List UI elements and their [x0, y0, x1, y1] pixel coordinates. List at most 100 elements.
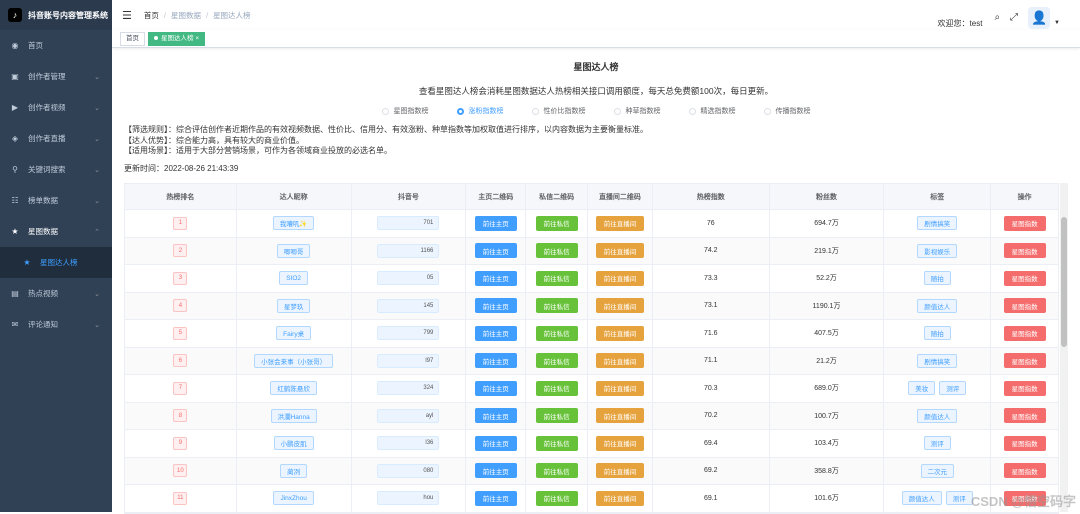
tags-cell: 二次元 — [884, 458, 991, 485]
goto-dm-button[interactable]: 前往私信 — [536, 408, 578, 423]
tag-current[interactable]: 星图达人榜 × — [148, 32, 205, 46]
goto-home-button[interactable]: 前往主页 — [475, 243, 517, 258]
goto-dm-button[interactable]: 前往私信 — [536, 243, 578, 258]
goto-home-button[interactable]: 前往主页 — [475, 491, 517, 506]
column-header: 热榜指数 — [653, 184, 770, 209]
goto-home-button[interactable]: 前往主页 — [475, 463, 517, 478]
radio-dot[interactable] — [382, 108, 389, 115]
table-row: 5Fairy桌799前往主页前往私信前往直播间71.6407.5万随拍星图指数 — [125, 320, 1058, 348]
goto-live-button[interactable]: 前往直播间 — [596, 408, 645, 423]
creator-name[interactable]: SIO2 — [279, 271, 308, 285]
goto-dm-button[interactable]: 前往私信 — [536, 353, 578, 368]
xingtu-index-button[interactable]: 星图指数 — [1004, 243, 1046, 258]
goto-home-button[interactable]: 前往主页 — [475, 381, 517, 396]
xingtu-index-button[interactable]: 星图指数 — [1004, 408, 1046, 423]
creator-name[interactable]: 红鹤陈悬欣 — [270, 381, 317, 395]
goto-dm-button[interactable]: 前往私信 — [536, 463, 578, 478]
goto-dm-button[interactable]: 前往私信 — [536, 381, 578, 396]
radio-dot[interactable] — [689, 108, 696, 115]
breadcrumb-home[interactable]: 首页 — [144, 11, 159, 20]
xingtu-index-button[interactable]: 星图指数 — [1004, 436, 1046, 451]
tags-cell: 颜值达人 — [884, 403, 991, 430]
goto-live-button[interactable]: 前往直播间 — [596, 271, 645, 286]
goto-dm-button[interactable]: 前往私信 — [536, 436, 578, 451]
goto-home-button[interactable]: 前往主页 — [475, 436, 517, 451]
goto-dm-button[interactable]: 前往私信 — [536, 298, 578, 313]
category-tag: 美妆 — [908, 381, 935, 395]
creator-name[interactable]: 唧唧哥 — [277, 244, 311, 258]
goto-live-button[interactable]: 前往直播间 — [596, 326, 645, 341]
radio-dot[interactable] — [614, 108, 621, 115]
goto-dm-button[interactable]: 前往私信 — [536, 326, 578, 341]
sidebar-item[interactable]: ✉评论通知⌄ — [0, 309, 112, 340]
creator-name[interactable]: 小鹏皮肌 — [274, 436, 314, 450]
ranking-radio[interactable]: 涨粉指数榜 — [457, 106, 504, 116]
goto-home-button[interactable]: 前往主页 — [475, 326, 517, 341]
creator-name[interactable]: 星梦玖 — [277, 299, 311, 313]
ranking-radio[interactable]: 种草指数榜 — [614, 106, 661, 116]
xingtu-index-button[interactable]: 星图指数 — [1004, 353, 1046, 368]
sidebar-item[interactable]: ★星图达人榜 — [0, 247, 112, 278]
goto-live-button[interactable]: 前往直播间 — [596, 381, 645, 396]
table-scrollbar[interactable] — [1060, 183, 1068, 512]
creator-name[interactable]: 我嘈叽✨ — [273, 216, 315, 230]
sidebar-item[interactable]: ◉首页 — [0, 30, 112, 61]
xingtu-index-button[interactable]: 星图指数 — [1004, 271, 1046, 286]
app-logo[interactable]: ♪ 抖音账号内容管理系统 — [0, 0, 112, 30]
rule-filter: 【筛选规则】：综合评估创作者近期作品的有效视频数据、性价比、信用分、有效涨粉、种… — [124, 125, 1068, 136]
goto-home-button[interactable]: 前往主页 — [475, 216, 517, 231]
radio-dot[interactable] — [532, 108, 539, 115]
sidebar-item[interactable]: ▤热点视频⌄ — [0, 278, 112, 309]
sidebar-item[interactable]: ◈创作者直播⌄ — [0, 123, 112, 154]
goto-live-button[interactable]: 前往直播间 — [596, 491, 645, 506]
ranking-radio[interactable]: 传播指数榜 — [764, 106, 811, 116]
xingtu-index-button[interactable]: 星图指数 — [1004, 463, 1046, 478]
fullscreen-icon[interactable]: ⤢ — [1010, 12, 1018, 23]
tag-home[interactable]: 首页 — [120, 32, 145, 46]
creator-name[interactable]: 洪瀾Hanna — [271, 409, 317, 423]
xingtu-index-button[interactable]: 星图指数 — [1004, 326, 1046, 341]
creator-name[interactable]: JinxZhou — [273, 491, 313, 505]
goto-live-button[interactable]: 前往直播间 — [596, 216, 645, 231]
goto-live-button[interactable]: 前往直播间 — [596, 463, 645, 478]
ranking-radio[interactable]: 性价比指数榜 — [532, 106, 586, 116]
sidebar-item[interactable]: ▣创作者管理⌄ — [0, 61, 112, 92]
xingtu-index-button[interactable]: 星图指数 — [1004, 298, 1046, 313]
goto-home-button[interactable]: 前往主页 — [475, 298, 517, 313]
sidebar-item[interactable]: ★星图数据⌃ — [0, 216, 112, 247]
goto-live-button[interactable]: 前往直播间 — [596, 436, 645, 451]
search-icon[interactable]: ⌕ — [994, 12, 1000, 23]
close-icon[interactable]: × — [195, 35, 199, 42]
creator-name[interactable]: Fairy桌 — [276, 326, 311, 340]
goto-live-button[interactable]: 前往直播间 — [596, 353, 645, 368]
avatar[interactable]: 👤 — [1028, 7, 1050, 29]
goto-home-button[interactable]: 前往主页 — [475, 271, 517, 286]
radio-dot[interactable] — [764, 108, 771, 115]
rank-badge: 2 — [173, 244, 187, 257]
caret-down-icon[interactable]: ▼ — [1054, 20, 1060, 26]
goto-dm-button[interactable]: 前往私信 — [536, 216, 578, 231]
scrollbar-thumb[interactable] — [1061, 217, 1067, 347]
goto-live-button[interactable]: 前往直播间 — [596, 243, 645, 258]
creator-name[interactable]: 小张会来事（小张哥） — [254, 354, 333, 368]
dm-qr-cell: 前往私信 — [526, 348, 588, 375]
sidebar-item[interactable]: ⚲关键词搜索⌄ — [0, 154, 112, 185]
ranking-radio[interactable]: 星图指数榜 — [382, 106, 429, 116]
goto-dm-button[interactable]: 前往私信 — [536, 491, 578, 506]
radio-dot[interactable] — [457, 108, 464, 115]
sidebar-item[interactable]: ▶创作者视频⌄ — [0, 92, 112, 123]
table-row: 9小鹏皮肌l36前往主页前往私信前往直播间69.4103.4万测评星图指数 — [125, 430, 1058, 458]
sidebar-item-label: 创作者管理 — [28, 71, 66, 82]
creator-name[interactable]: 蔺冽 — [280, 464, 307, 478]
sidebar-item[interactable]: ☷榜单数据⌄ — [0, 185, 112, 216]
goto-home-button[interactable]: 前往主页 — [475, 353, 517, 368]
goto-live-button[interactable]: 前往直播间 — [596, 298, 645, 313]
table-row: 1我嘈叽✨701前往主页前往私信前往直播间76694.7万剧情搞笑星图指数 — [125, 210, 1058, 238]
hamburger-icon[interactable]: ☰ — [122, 9, 132, 22]
ranking-radio[interactable]: 精选指数榜 — [689, 106, 736, 116]
goto-dm-button[interactable]: 前往私信 — [536, 271, 578, 286]
xingtu-index-button[interactable]: 星图指数 — [1004, 216, 1046, 231]
goto-home-button[interactable]: 前往主页 — [475, 408, 517, 423]
xingtu-index-button[interactable]: 星图指数 — [1004, 381, 1046, 396]
fans-cell: 101.6万 — [770, 485, 885, 512]
